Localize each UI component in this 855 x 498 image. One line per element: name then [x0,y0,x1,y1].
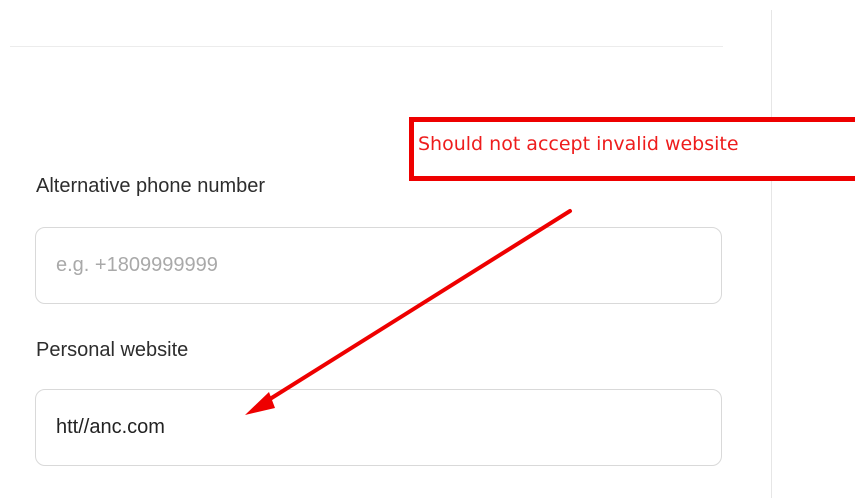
alt-phone-input[interactable] [35,227,722,304]
alt-phone-label: Alternative phone number [36,175,266,197]
annotation-text: Should not accept invalid website [418,133,739,155]
column-divider [771,10,772,498]
website-label: Personal website [36,339,189,361]
section-divider [10,46,723,47]
website-input[interactable] [35,389,722,466]
